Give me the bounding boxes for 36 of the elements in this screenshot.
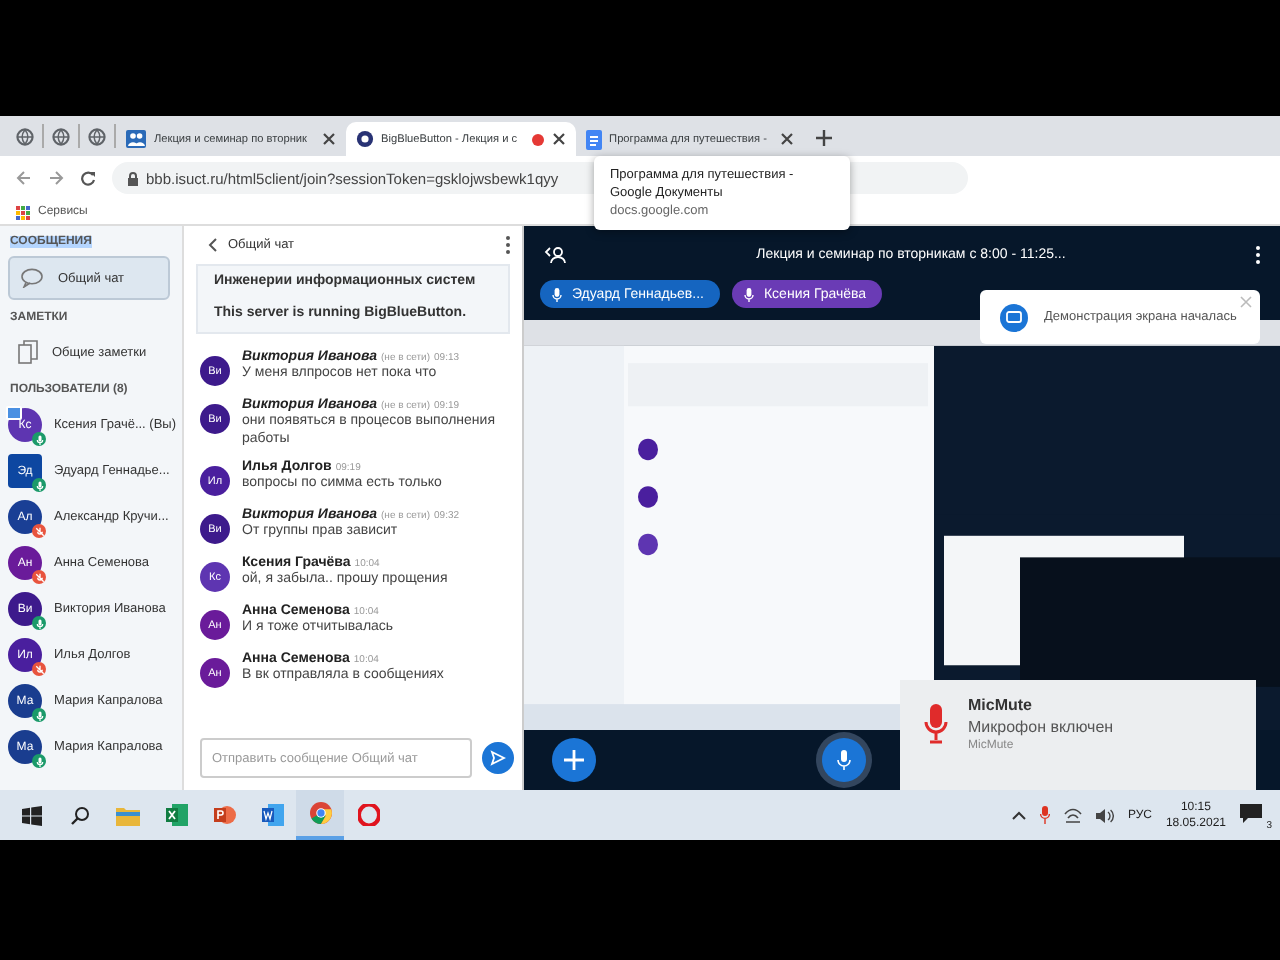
globe-icon xyxy=(88,127,106,145)
notification-title: MicMute xyxy=(968,696,1034,714)
microphone-icon xyxy=(924,704,948,744)
notification-text: Микрофон включен xyxy=(968,718,1114,736)
reload-icon[interactable] xyxy=(80,170,96,186)
close-icon[interactable] xyxy=(551,132,566,146)
back-icon[interactable] xyxy=(208,237,218,251)
pages-icon xyxy=(18,340,38,364)
microphone-icon[interactable] xyxy=(1039,806,1050,824)
browser-app-icon[interactable] xyxy=(296,790,344,840)
close-icon[interactable] xyxy=(321,132,335,146)
new-tab-icon[interactable] xyxy=(816,130,833,146)
screen-share-icon xyxy=(1000,303,1028,331)
lock-icon xyxy=(128,171,138,185)
send-icon xyxy=(490,750,507,766)
volume-icon[interactable] xyxy=(1095,807,1114,823)
windows-logo-icon xyxy=(22,805,42,825)
chevron-up-icon[interactable] xyxy=(1011,810,1026,820)
apps-grid-icon[interactable] xyxy=(16,205,30,219)
globe-icon xyxy=(16,127,34,145)
notification-icon[interactable] xyxy=(1240,803,1262,823)
chat-bubble-icon xyxy=(20,268,44,288)
network-icon[interactable] xyxy=(1063,807,1082,823)
forward-icon[interactable] xyxy=(48,170,64,186)
close-icon[interactable] xyxy=(780,132,795,146)
add-button[interactable] xyxy=(552,738,596,782)
plus-icon xyxy=(564,750,584,770)
send-button[interactable] xyxy=(482,742,514,774)
users-toggle-icon[interactable] xyxy=(544,245,566,263)
microphone-button[interactable] xyxy=(822,738,866,782)
circle-logo-icon xyxy=(355,130,373,148)
globe-icon xyxy=(52,127,70,145)
microphone-icon xyxy=(836,750,852,770)
search-icon xyxy=(70,805,90,825)
people-icon xyxy=(126,130,146,148)
document-icon xyxy=(585,129,602,149)
